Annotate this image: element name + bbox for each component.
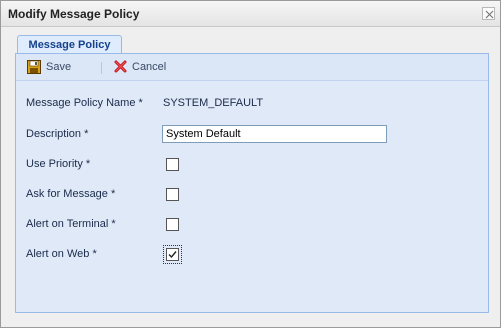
tab-message-policy[interactable]: Message Policy	[17, 35, 122, 54]
toolbar: Save Cancel	[16, 54, 488, 81]
dialog-title: Modify Message Policy	[8, 7, 140, 21]
alert-on-terminal-checkbox[interactable]	[166, 218, 179, 231]
cancel-label: Cancel	[132, 60, 167, 73]
description-label: Description *	[26, 128, 89, 140]
alert-on-web-checkbox[interactable]	[163, 245, 182, 264]
form-panel	[15, 53, 489, 313]
ask-for-message-label: Ask for Message *	[26, 188, 116, 200]
ask-for-message-checkbox[interactable]	[166, 188, 179, 201]
use-priority-checkbox[interactable]	[166, 158, 179, 171]
alert-on-web-label: Alert on Web *	[26, 248, 97, 260]
save-label: Save	[46, 61, 72, 73]
title-bar[interactable]: Modify Message Policy	[1, 1, 500, 27]
description-field[interactable]: System Default	[162, 125, 387, 143]
modify-message-policy-dialog: Modify Message Policy Message Policy Sav…	[0, 0, 501, 328]
checkmark-icon	[168, 251, 177, 259]
close-button[interactable]	[482, 7, 495, 20]
close-icon	[485, 10, 494, 19]
save-button[interactable]: Save	[27, 60, 71, 74]
cancel-button[interactable]: Cancel	[114, 60, 166, 73]
policy-name-value: SYSTEM_DEFAULT	[163, 97, 264, 109]
use-priority-label: Use Priority *	[26, 158, 91, 170]
floppy-disk-icon	[27, 60, 41, 74]
red-x-icon	[114, 60, 127, 73]
toolbar-separator	[101, 62, 102, 74]
policy-name-label: Message Policy Name *	[26, 97, 143, 109]
alert-on-terminal-label: Alert on Terminal *	[26, 218, 116, 230]
